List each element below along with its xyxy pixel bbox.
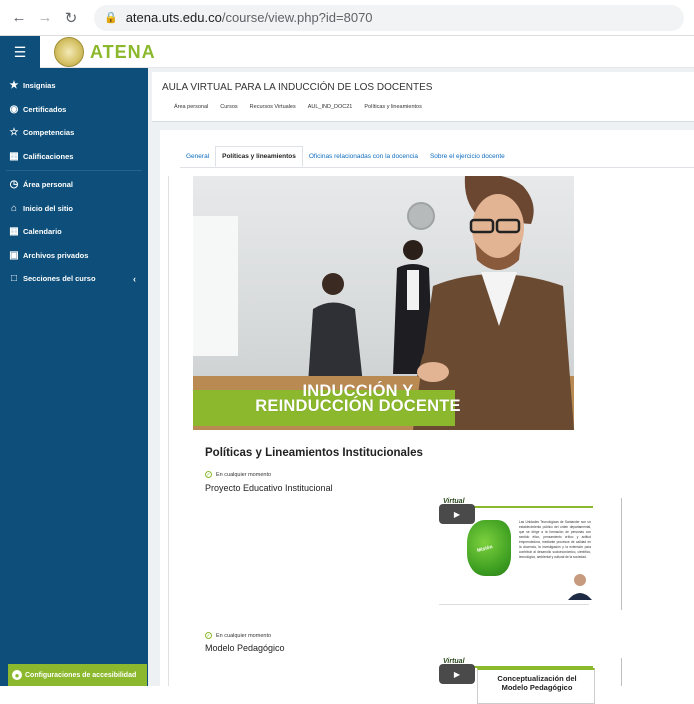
hamburger-icon: ☰ xyxy=(13,43,27,60)
forward-arrow-icon[interactable]: → xyxy=(34,7,56,29)
sidebar-item-inicio[interactable]: ⌂ Inicio del sitio xyxy=(0,197,148,221)
presenter-avatar xyxy=(568,574,592,600)
availability-note: ✓ En cualquier momento xyxy=(205,471,271,478)
video-embed-modelo[interactable]: Virtual Conceptualización del Modelo Ped… xyxy=(437,658,622,704)
star-icon: ☆ xyxy=(9,127,19,139)
lock-icon: 🔒 xyxy=(104,12,118,24)
back-arrow-icon[interactable]: ← xyxy=(8,7,30,29)
breadcrumb-item[interactable]: AUL_IND_DOC21 xyxy=(308,104,353,110)
url-host: atena.uts.edu.co xyxy=(125,10,222,25)
course-header: AULA VIRTUAL PARA LA INDUCCIÓN DE LOS DO… xyxy=(152,72,694,122)
home-icon: ⌂ xyxy=(10,202,18,214)
course-tabs: General Políticas y lineamientos Oficina… xyxy=(180,146,694,168)
background-person-shape xyxy=(308,273,363,384)
sidebar-item-calificaciones[interactable]: ▦ Calificaciones xyxy=(0,145,148,169)
sidebar-item-label: Competencias xyxy=(23,128,75,138)
files-icon: ▣ xyxy=(9,249,19,261)
dashboard-icon: ◷ xyxy=(9,179,19,191)
availability-text: En cualquier momento xyxy=(216,632,272,639)
video-title-line: Modelo Pedagógico xyxy=(501,683,573,692)
page-title: AULA VIRTUAL PARA LA INDUCCIÓN DE LOS DO… xyxy=(162,82,433,93)
banner-image: INDUCCIÓN Y REINDUCCIÓN DOCENTE xyxy=(193,176,574,430)
browser-toolbar: ← → ↻ 🔒 atena.uts.edu.co/course/view.php… xyxy=(0,0,694,36)
availability-note: ✓ En cualquier momento xyxy=(205,632,271,639)
sidebar-item-label: Calendario xyxy=(23,227,62,237)
tab-oficinas[interactable]: Oficinas relacionadas con la docencia xyxy=(303,146,424,167)
sidebar-item-label: Secciones del curso xyxy=(23,274,96,284)
accessibility-settings-button[interactable]: ● Configuraciones de accesibilidad xyxy=(8,664,147,686)
breadcrumb-item[interactable]: Políticas y lineamientos xyxy=(364,104,421,110)
availability-text: En cualquier momento xyxy=(216,471,272,478)
video-title-card: Conceptualización del Modelo Pedagógico xyxy=(477,668,595,704)
content-panel: General Políticas y lineamientos Oficina… xyxy=(160,130,694,704)
app-header: ☰ ATENA xyxy=(0,36,694,68)
badge-icon: ★ xyxy=(9,80,19,92)
certificate-icon: ◉ xyxy=(9,103,19,115)
resource-title[interactable]: Proyecto Educativo Institucional xyxy=(205,483,333,493)
main-region: AULA VIRTUAL PARA LA INDUCCIÓN DE LOS DO… xyxy=(148,68,694,704)
mission-text: Las Unidades Tecnológicas de Santander s… xyxy=(519,520,591,559)
sidebar-item-label: Área personal xyxy=(23,180,74,190)
tab-politicas[interactable]: Políticas y lineamientos xyxy=(215,146,303,167)
sidebar: ★ Insignias ◉ Certificados ☆ Competencia… xyxy=(0,68,148,686)
seal-icon xyxy=(54,37,84,67)
site-logo[interactable]: ATENA xyxy=(40,36,156,68)
sidebar-divider xyxy=(6,170,142,171)
sidebar-item-insignias[interactable]: ★ Insignias xyxy=(0,74,148,98)
banner-line: REINDUCCIÓN DOCENTE xyxy=(255,397,461,415)
sidebar-item-secciones[interactable]: □ Secciones del curso ‹ xyxy=(0,267,148,291)
video-title-text: Conceptualización del Modelo Pedagógico xyxy=(478,674,596,692)
check-circle-icon: ✓ xyxy=(205,632,212,639)
sidebar-item-certificados[interactable]: ◉ Certificados xyxy=(0,98,148,122)
calendar-icon: ▦ xyxy=(9,226,19,238)
logo-text: ATENA xyxy=(90,41,156,62)
sidebar-item-archivos[interactable]: ▣ Archivos privados xyxy=(0,244,148,268)
check-circle-icon: ✓ xyxy=(205,471,212,478)
sidebar-item-label: Inicio del sitio xyxy=(23,203,74,213)
banner-heading: INDUCCIÓN Y REINDUCCIÓN DOCENTE xyxy=(243,383,473,415)
sidebar-item-label: Archivos privados xyxy=(23,250,89,260)
tab-general[interactable]: General xyxy=(180,146,215,167)
sidebar-item-label: Insignias xyxy=(23,81,56,91)
menu-toggle[interactable]: ☰ xyxy=(0,36,40,68)
accessibility-icon: ● xyxy=(12,670,22,680)
breadcrumb-item[interactable]: Recursos Virtuales xyxy=(250,104,296,110)
sidebar-item-calendario[interactable]: ▦ Calendario xyxy=(0,220,148,244)
sidebar-item-label: Certificados xyxy=(23,104,67,114)
accessibility-label: Configuraciones de accesibilidad xyxy=(25,671,137,679)
window-shape xyxy=(193,216,238,356)
breadcrumb: Área personal Cursos Recursos Virtuales … xyxy=(174,104,434,110)
grades-icon: ▦ xyxy=(9,150,19,162)
section-content: INDUCCIÓN Y REINDUCCIÓN DOCENTE Política… xyxy=(168,176,694,704)
video-title-line: Conceptualización del xyxy=(497,674,577,683)
video-divider xyxy=(439,604,589,605)
section-title: Políticas y Lineamientos Institucionales xyxy=(205,447,423,459)
sidebar-item-label: Calificaciones xyxy=(23,151,74,161)
url-path: /course/view.php?id=8070 xyxy=(221,10,373,25)
address-bar[interactable]: 🔒 atena.uts.edu.co/course/view.php?id=80… xyxy=(94,4,684,31)
play-icon[interactable]: ▶ xyxy=(439,664,475,684)
breadcrumb-item[interactable]: Área personal xyxy=(174,104,208,110)
sidebar-item-competencias[interactable]: ☆ Competencias xyxy=(0,121,148,145)
video-embed-pei[interactable]: Virtual ▶ Misión Las Unidades Tecnológic… xyxy=(437,498,622,610)
play-icon[interactable]: ▶ xyxy=(439,504,475,524)
reload-icon[interactable]: ↻ xyxy=(60,7,82,29)
sidebar-item-area-personal[interactable]: ◷ Área personal xyxy=(0,173,148,197)
breadcrumb-item[interactable]: Cursos xyxy=(220,104,237,110)
folder-icon: □ xyxy=(10,273,18,285)
chevron-left-icon[interactable]: ‹ xyxy=(133,274,136,284)
resource-title[interactable]: Modelo Pedagógico xyxy=(205,643,285,653)
tab-ejercicio[interactable]: Sobre el ejercicio docente xyxy=(424,146,511,167)
